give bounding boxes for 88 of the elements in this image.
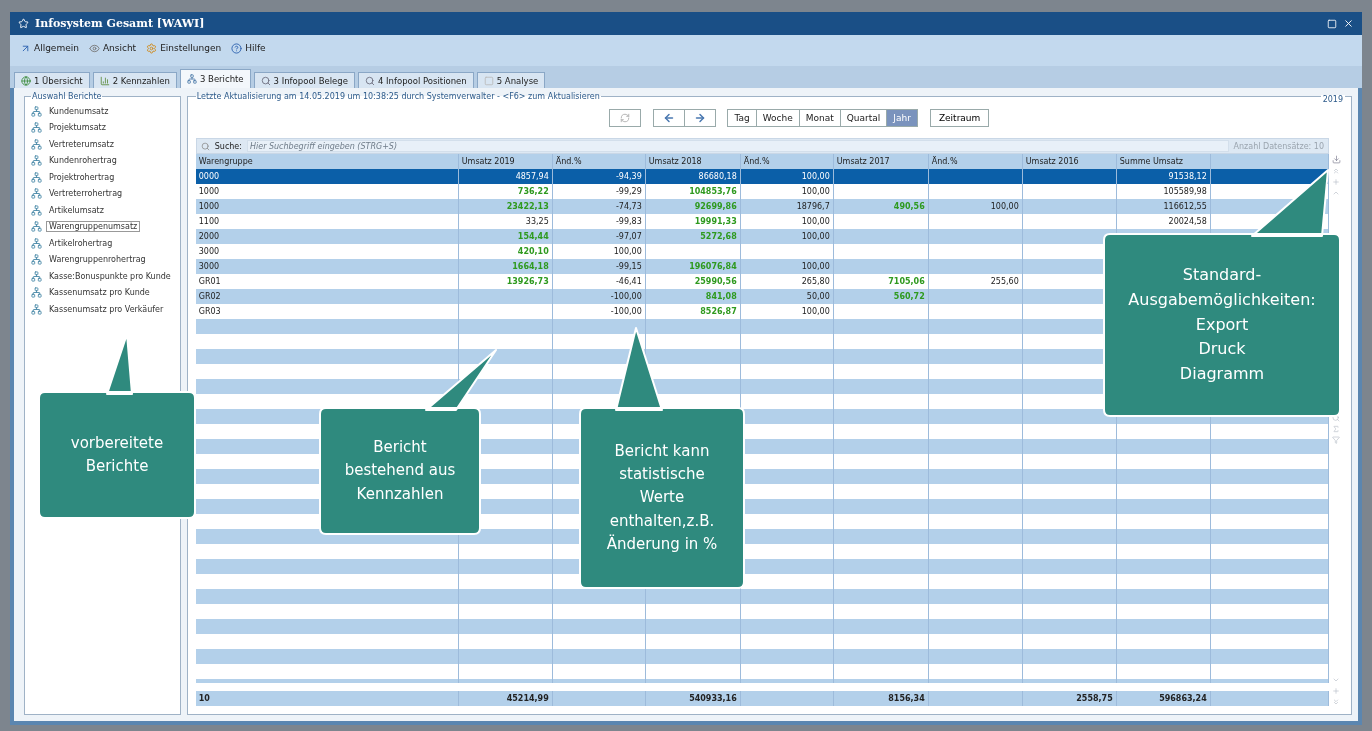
tooltip-text: Bericht bestehend aus Kennzahlen — [343, 437, 457, 505]
star-icon — [18, 18, 29, 29]
table-row[interactable]: 0000 4857,94 -94,39 86680,18 100,00 91538,12 — [195, 169, 1329, 184]
arrow-right-icon — [694, 112, 707, 124]
toolbar-button[interactable]: Ansicht — [88, 42, 137, 54]
tab[interactable]: 3 Infopool Belege — [253, 72, 355, 88]
report-icon — [31, 254, 42, 266]
date-range-button[interactable]: Zeitraum — [929, 109, 990, 127]
tab[interactable]: 3 Berichte — [179, 69, 251, 88]
toolbar-button[interactable]: Hilfe — [231, 42, 266, 54]
arrow-left-icon — [663, 112, 676, 124]
chevrons-up-icon[interactable] — [1332, 167, 1340, 175]
report-list-item[interactable]: Warengruppenrohertrag — [46, 254, 149, 266]
report-icon — [31, 270, 42, 282]
report-list-item[interactable]: Kundenrohertrag — [46, 155, 120, 167]
table-row[interactable]: 1000 23422,13 -74,73 92699,86 18796,7 490,56 100,00 116612,55 — [195, 199, 1329, 214]
report-icon — [31, 188, 42, 200]
sum-icon[interactable] — [1332, 425, 1340, 433]
chevrons-down-icon[interactable] — [1332, 698, 1340, 706]
report-icon — [31, 105, 42, 117]
report-icon — [31, 287, 42, 299]
chevron-down-icon[interactable] — [1332, 676, 1340, 684]
chevron-up-icon[interactable] — [1332, 189, 1340, 197]
tab[interactable]: 5 Analyse — [476, 72, 546, 88]
view-icon — [88, 42, 100, 54]
report-icon — [31, 221, 42, 233]
report-icon — [31, 303, 42, 315]
panel-title: Auswahl Berichte — [31, 92, 103, 101]
report-icon — [31, 138, 42, 150]
period-button[interactable]: Tag — [727, 109, 757, 127]
report-list-item[interactable]: Kasse:Bonuspunkte pro Kunde — [46, 270, 174, 282]
window-title: Infosystem Gesamt [WAWI] — [35, 17, 206, 30]
search-icon[interactable] — [1332, 414, 1340, 422]
toolbar-button[interactable]: Einstellungen — [146, 42, 222, 54]
report-list-item[interactable]: Artikelrohertrag — [46, 237, 116, 249]
report-list-item[interactable]: Kassenumsatz pro Kunde — [46, 287, 153, 299]
report-icon — [31, 237, 42, 249]
total-cell: 2558,75 — [1022, 691, 1117, 706]
bar-chart-icon — [99, 75, 110, 86]
report-list-item[interactable]: Projektumsatz — [46, 122, 109, 134]
restore-icon[interactable] — [1327, 18, 1337, 29]
close-icon[interactable] — [1343, 18, 1354, 29]
toolbar-button[interactable]: Allgemein — [20, 42, 79, 54]
refresh-icon — [620, 113, 631, 123]
page-icon — [483, 75, 494, 86]
search-field[interactable]: Hier Suchbegriff eingeben (STRG+S) — [246, 140, 1229, 152]
report-icon — [186, 74, 197, 84]
tab[interactable]: 1 Übersicht — [14, 72, 90, 88]
report-icon — [31, 155, 42, 167]
record-count: Anzahl Datensätze: 10 — [1233, 141, 1324, 151]
search-icon — [260, 75, 271, 86]
next-button[interactable] — [684, 109, 717, 127]
report-list-item[interactable]: Kundenumsatz — [46, 105, 112, 117]
search-icon — [200, 141, 210, 151]
period-button[interactable]: Quartal — [839, 109, 888, 127]
tab[interactable]: 4 Infopool Positionen — [357, 72, 474, 88]
help-icon — [231, 42, 243, 54]
plus-icon[interactable] — [1332, 687, 1340, 695]
total-cell: 596863,24 — [1116, 691, 1211, 706]
report-list-item[interactable]: Kassenumsatz pro Verkäufer — [46, 303, 167, 315]
tab[interactable]: 2 Kennzahlen — [92, 72, 177, 88]
search-label: Suche: — [214, 141, 242, 151]
tooltip-text: vorbereitete Berichte — [69, 432, 165, 477]
plus-icon[interactable] — [1332, 178, 1340, 186]
report-list-item[interactable]: Artikelumsatz — [46, 204, 107, 216]
status-text: Letzte Aktualisierung am 14.05.2019 um 10:38:25 durch Systemverwalter - <F6> zum Aktualisieren — [195, 92, 601, 101]
filter-icon[interactable] — [1332, 436, 1340, 444]
total-cell: 8156,34 — [833, 691, 929, 706]
previous-button[interactable] — [653, 109, 686, 127]
year-label: 2019 — [1320, 95, 1345, 104]
export-icon[interactable] — [1331, 155, 1341, 164]
report-list-item[interactable]: Warengruppenumsatz — [46, 221, 141, 233]
total-cell: 45214,99 — [458, 691, 553, 706]
refresh-button[interactable] — [609, 109, 642, 127]
globe-icon — [21, 75, 31, 86]
report-list-item[interactable]: Projektrohertrag — [46, 171, 118, 183]
tooltip-text: Bericht kann statistische Werte enthalten,z.B. Änderung in % — [605, 440, 719, 555]
period-button[interactable]: Monat — [798, 109, 841, 127]
report-icon — [31, 171, 42, 183]
report-icon — [31, 122, 42, 134]
report-icon — [31, 204, 42, 216]
settings-icon — [146, 42, 158, 54]
total-cell: 10 — [195, 691, 459, 706]
report-list-item[interactable]: Vertreterumsatz — [46, 138, 117, 150]
search-icon — [364, 75, 375, 86]
total-cell: 540933,16 — [645, 691, 741, 706]
report-list-item[interactable]: Vertreterrohertrag — [46, 188, 126, 200]
period-button[interactable]: Woche — [755, 109, 800, 127]
